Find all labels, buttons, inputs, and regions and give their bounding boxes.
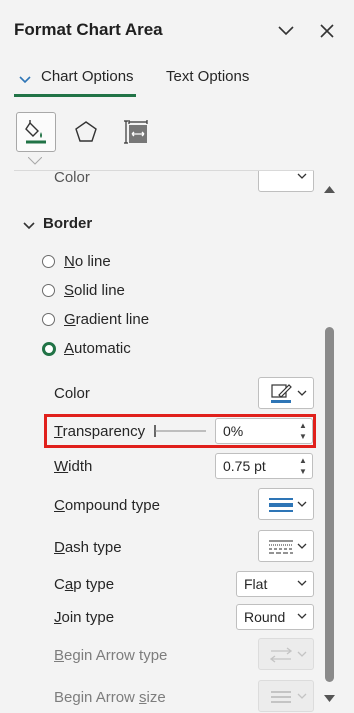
chevron-down-icon [23,222,35,230]
arrow-icon [269,647,293,663]
tab-chart-options[interactable]: Chart Options [41,68,134,85]
compound-lines-icon [269,498,293,512]
size-properties-icon [124,120,148,144]
scrollbar-thumb[interactable] [325,327,334,682]
pen-color-icon [271,384,292,403]
begin-arrow-type-label: Begin Arrow type [54,647,168,664]
cap-type-value: Flat [244,576,268,592]
begin-arrow-size-dropdown[interactable] [258,680,314,712]
cap-type-select[interactable]: Flat [236,571,314,597]
tab-text-options[interactable]: Text Options [166,68,249,85]
highlight-box [44,414,316,448]
pane-title: Format Chart Area [14,20,163,39]
chevron-down-icon [297,390,307,396]
chevron-down-icon [297,651,307,657]
chevron-down-icon [297,173,307,179]
dash-lines-icon [269,540,293,554]
fill-line-button[interactable] [16,112,56,152]
spin-arrows[interactable]: ▲ ▼ [298,456,308,476]
fill-line-icon [25,120,46,144]
active-tab-indicator [14,94,136,97]
width-spinbox[interactable]: 0.75 pt ▲ ▼ [215,453,313,479]
solid-line-radio[interactable] [42,284,55,297]
close-pane-button[interactable] [314,18,340,44]
join-type-value: Round [244,609,286,625]
chevron-down-icon [278,26,294,36]
close-icon [320,24,334,38]
gradient-line-label[interactable]: Gradient line [64,311,149,328]
join-type-label: Join type [54,609,115,626]
join-type-select[interactable]: Round [236,604,314,630]
scroll-up-icon[interactable] [324,180,335,198]
border-collapse-toggle[interactable] [22,218,36,236]
automatic-label[interactable]: Automatic [64,340,131,357]
automatic-radio[interactable] [42,342,56,356]
no-line-label[interactable]: No line [64,253,111,270]
border-section-header[interactable]: Border [43,215,92,232]
effects-button[interactable] [66,112,106,152]
begin-arrow-type-dropdown[interactable] [258,638,314,670]
border-color-dropdown[interactable] [258,377,314,409]
chevron-down-icon [297,501,307,507]
border-color-label: Color [54,385,90,402]
compound-type-dropdown[interactable] [258,488,314,520]
no-line-radio[interactable] [42,255,55,268]
effects-pentagon-icon [75,121,97,142]
chevron-down-icon [297,693,307,699]
chevron-down-icon [297,543,307,549]
width-label: Width [54,458,93,475]
gradient-line-radio[interactable] [42,313,55,326]
chevron-down-icon [297,613,307,619]
pane-options-button[interactable] [273,18,299,44]
cap-type-label: Cap type [54,576,115,593]
scroll-down-icon[interactable] [324,690,335,708]
dash-type-dropdown[interactable] [258,530,314,562]
solid-line-label[interactable]: Solid line [64,282,125,299]
dash-type-label: Dash type [54,539,122,556]
width-value: 0.75 pt [223,458,266,474]
tab-chevron-icon [18,72,32,90]
selected-pointer [27,152,43,165]
size-properties-button[interactable] [116,112,156,152]
fill-color-dropdown[interactable] [258,171,314,192]
chevron-down-icon [297,580,307,586]
arrow-size-icon [271,691,291,703]
begin-arrow-size-label: Begin Arrow size [54,689,166,706]
compound-type-label: Compound type [54,497,160,514]
fill-color-label: Color [54,171,90,186]
